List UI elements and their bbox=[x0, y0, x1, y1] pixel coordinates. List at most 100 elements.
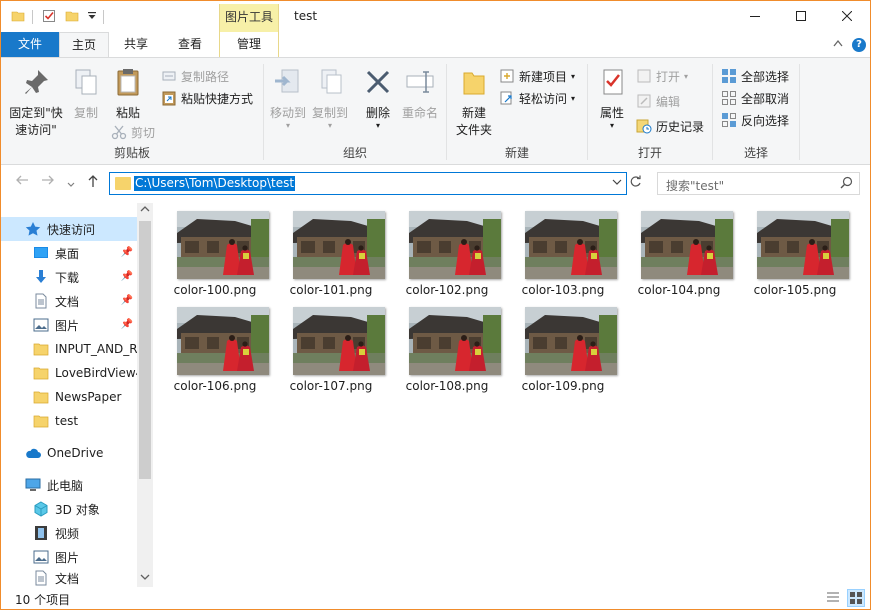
file-thumbnail[interactable] bbox=[293, 211, 385, 279]
tab-share[interactable]: 共享 bbox=[113, 32, 159, 57]
maximize-icon bbox=[796, 11, 806, 21]
file-thumbnail[interactable] bbox=[177, 307, 269, 375]
paste-shortcut-button[interactable]: 粘贴快捷方式 bbox=[161, 88, 253, 108]
copy-button[interactable]: 复制 bbox=[67, 66, 105, 122]
pin-quick-access-button[interactable]: 固定到"快 速访问" bbox=[7, 66, 65, 139]
address-bar[interactable]: C:\Users\Tom\Desktop\test bbox=[109, 172, 627, 195]
up-button[interactable] bbox=[87, 174, 99, 192]
file-thumbnail[interactable] bbox=[757, 211, 849, 279]
tab-home[interactable]: 主页 bbox=[59, 32, 109, 58]
refresh-button[interactable] bbox=[629, 175, 642, 192]
tab-file[interactable]: 文件 bbox=[1, 32, 59, 57]
select-none-button[interactable]: 全部取消 bbox=[721, 88, 789, 108]
nav-scrollbar[interactable] bbox=[137, 203, 153, 587]
nav-downloads[interactable]: 下载 📌 bbox=[1, 265, 137, 289]
properties-icon[interactable] bbox=[42, 9, 56, 23]
nav-desktop[interactable]: 桌面 📌 bbox=[1, 241, 137, 265]
address-path[interactable]: C:\Users\Tom\Desktop\test bbox=[134, 176, 296, 191]
select-all-button[interactable]: 全部选择 bbox=[721, 66, 789, 86]
easy-access-icon bbox=[500, 91, 512, 105]
properties-button[interactable]: 属性 ▾ bbox=[590, 66, 634, 130]
large-icons-view-button[interactable] bbox=[847, 589, 865, 607]
file-thumbnail[interactable] bbox=[177, 211, 269, 279]
file-item[interactable]: color-109.png bbox=[513, 299, 617, 393]
chevron-down-icon: ▾ bbox=[609, 121, 614, 130]
details-view-button[interactable] bbox=[825, 589, 843, 607]
cut-button[interactable]: 剪切 bbox=[111, 122, 155, 142]
file-thumbnail[interactable] bbox=[525, 307, 617, 375]
customize-qat-icon[interactable] bbox=[85, 9, 99, 23]
minimize-button[interactable] bbox=[732, 1, 778, 31]
file-item[interactable]: color-107.png bbox=[281, 299, 385, 393]
history-button[interactable]: 历史记录 bbox=[636, 116, 704, 136]
nav-folder-test[interactable]: test bbox=[1, 409, 137, 433]
nav-folder-lovebirdview[interactable]: LoveBirdView4 bbox=[1, 361, 137, 385]
pin-icon: 📌 bbox=[120, 295, 133, 306]
rename-button[interactable]: 重命名 bbox=[398, 66, 442, 122]
file-item[interactable]: color-105.png bbox=[745, 203, 849, 297]
open-icon bbox=[637, 69, 651, 83]
file-thumbnail[interactable] bbox=[525, 211, 617, 279]
file-thumbnail[interactable] bbox=[409, 211, 501, 279]
nav-folder-input-and-r[interactable]: INPUT_AND_R bbox=[1, 337, 137, 361]
nav-label: 图片 bbox=[55, 550, 80, 565]
move-to-button[interactable]: 移动到 ▾ bbox=[266, 66, 310, 130]
nav-pc-documents[interactable]: 文档 bbox=[1, 569, 137, 587]
search-box[interactable]: 搜索"test" bbox=[657, 172, 860, 195]
file-item[interactable]: color-102.png bbox=[397, 203, 501, 297]
nav-pictures[interactable]: 图片 📌 bbox=[1, 313, 137, 337]
file-name: color-109.png bbox=[521, 379, 605, 393]
file-item[interactable]: color-106.png bbox=[165, 299, 269, 393]
file-item[interactable]: color-100.png bbox=[165, 203, 269, 297]
copy-path-button[interactable]: 复制路径 bbox=[161, 66, 229, 86]
open-group-label: 打开 bbox=[637, 146, 662, 160]
search-icon[interactable] bbox=[840, 176, 853, 193]
scroll-thumb[interactable] bbox=[139, 221, 151, 479]
new-item-button[interactable]: 新建项目 ▾ bbox=[499, 66, 575, 86]
help-icon[interactable]: ? bbox=[852, 38, 866, 52]
folder-icon bbox=[33, 391, 49, 404]
tab-view[interactable]: 查看 bbox=[167, 32, 213, 57]
file-item[interactable]: color-104.png bbox=[629, 203, 733, 297]
easy-access-button[interactable]: 轻松访问 ▾ bbox=[499, 88, 575, 108]
qat-separator bbox=[103, 10, 104, 24]
copy-path-label: 复制路径 bbox=[181, 69, 230, 84]
nav-this-pc[interactable]: 此电脑 bbox=[1, 473, 137, 497]
invert-selection-icon bbox=[722, 113, 736, 127]
scroll-up-icon[interactable] bbox=[140, 205, 150, 216]
paste-button[interactable]: 粘贴 bbox=[107, 66, 149, 122]
file-item[interactable]: color-108.png bbox=[397, 299, 501, 393]
nav-quick-access[interactable]: 快速访问 bbox=[1, 217, 137, 241]
file-item[interactable]: color-101.png bbox=[281, 203, 385, 297]
forward-button[interactable] bbox=[41, 174, 55, 190]
nav-pc-pictures[interactable]: 图片 bbox=[1, 545, 137, 569]
collapse-ribbon-icon[interactable] bbox=[833, 36, 843, 50]
back-button[interactable] bbox=[15, 174, 29, 190]
file-thumbnail[interactable] bbox=[641, 211, 733, 279]
nav-3d-objects[interactable]: 3D 对象 bbox=[1, 497, 137, 521]
invert-selection-button[interactable]: 反向选择 bbox=[721, 110, 789, 130]
address-dropdown[interactable] bbox=[612, 176, 622, 189]
nav-folder-newspaper[interactable]: NewsPaper bbox=[1, 385, 137, 409]
window-title: test bbox=[294, 9, 318, 23]
file-thumbnail[interactable] bbox=[409, 307, 501, 375]
maximize-button[interactable] bbox=[778, 1, 824, 31]
file-item[interactable]: color-103.png bbox=[513, 203, 617, 297]
nav-videos[interactable]: 视频 bbox=[1, 521, 137, 545]
recent-locations-button[interactable] bbox=[67, 176, 75, 192]
paste-shortcut-label: 粘贴快捷方式 bbox=[181, 91, 254, 106]
new-folder-button[interactable]: 新建 文件夹 bbox=[451, 66, 497, 139]
properties-icon bbox=[603, 69, 623, 95]
new-folder-icon[interactable] bbox=[65, 9, 79, 23]
delete-button[interactable]: 删除 ▾ bbox=[360, 66, 396, 130]
file-thumbnail[interactable] bbox=[293, 307, 385, 375]
edit-button[interactable]: 编辑 bbox=[636, 91, 680, 111]
nav-onedrive[interactable]: OneDrive bbox=[1, 441, 137, 465]
nav-documents[interactable]: 文档 📌 bbox=[1, 289, 137, 313]
scroll-down-icon[interactable] bbox=[140, 573, 150, 584]
folder-icon bbox=[11, 11, 25, 22]
open-button[interactable]: 打开 ▾ bbox=[636, 66, 688, 86]
close-button[interactable] bbox=[824, 1, 870, 31]
tab-manage[interactable]: 管理 bbox=[219, 32, 279, 57]
copy-to-button[interactable]: 复制到 ▾ bbox=[308, 66, 352, 130]
